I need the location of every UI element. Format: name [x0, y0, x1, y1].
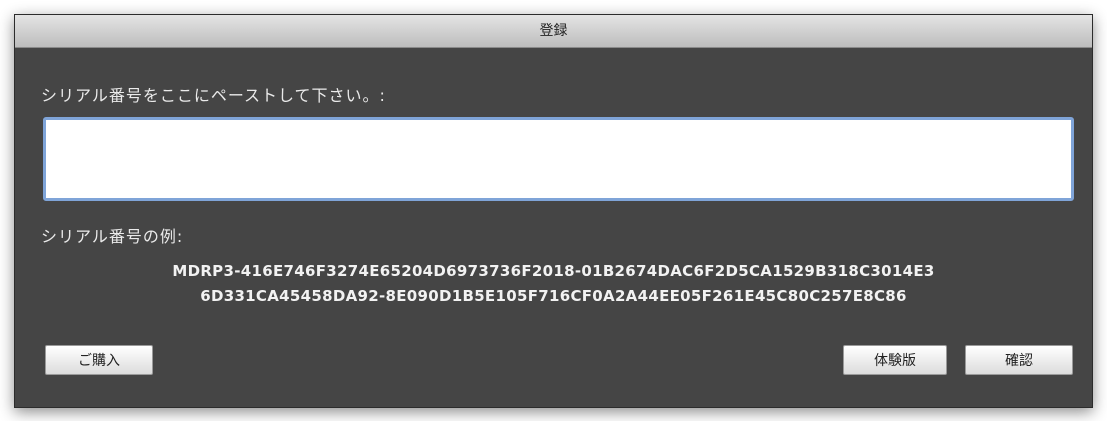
serial-number-input[interactable] [43, 117, 1074, 201]
registration-dialog: 登録 シリアル番号をここにペーストして下さい。: シリアル番号の例: MDRP3… [14, 14, 1093, 408]
dialog-titlebar[interactable]: 登録 [15, 15, 1092, 48]
serial-example-line-2: 6D331CA45458DA92-8E090D1B5E105F716CF0A2A… [200, 287, 907, 305]
confirm-button[interactable]: 確認 [965, 345, 1073, 375]
serial-example-line-1: MDRP3-416E746F3274E65204D6973736F2018-01… [172, 262, 935, 280]
trial-button[interactable]: 体験版 [843, 345, 947, 375]
serial-example-value: MDRP3-416E746F3274E65204D6973736F2018-01… [15, 259, 1092, 309]
purchase-button[interactable]: ご購入 [45, 345, 153, 375]
dialog-title: 登録 [539, 23, 568, 39]
serial-example-label: シリアル番号の例: [41, 227, 184, 246]
serial-prompt-label: シリアル番号をここにペーストして下さい。: [41, 86, 386, 105]
